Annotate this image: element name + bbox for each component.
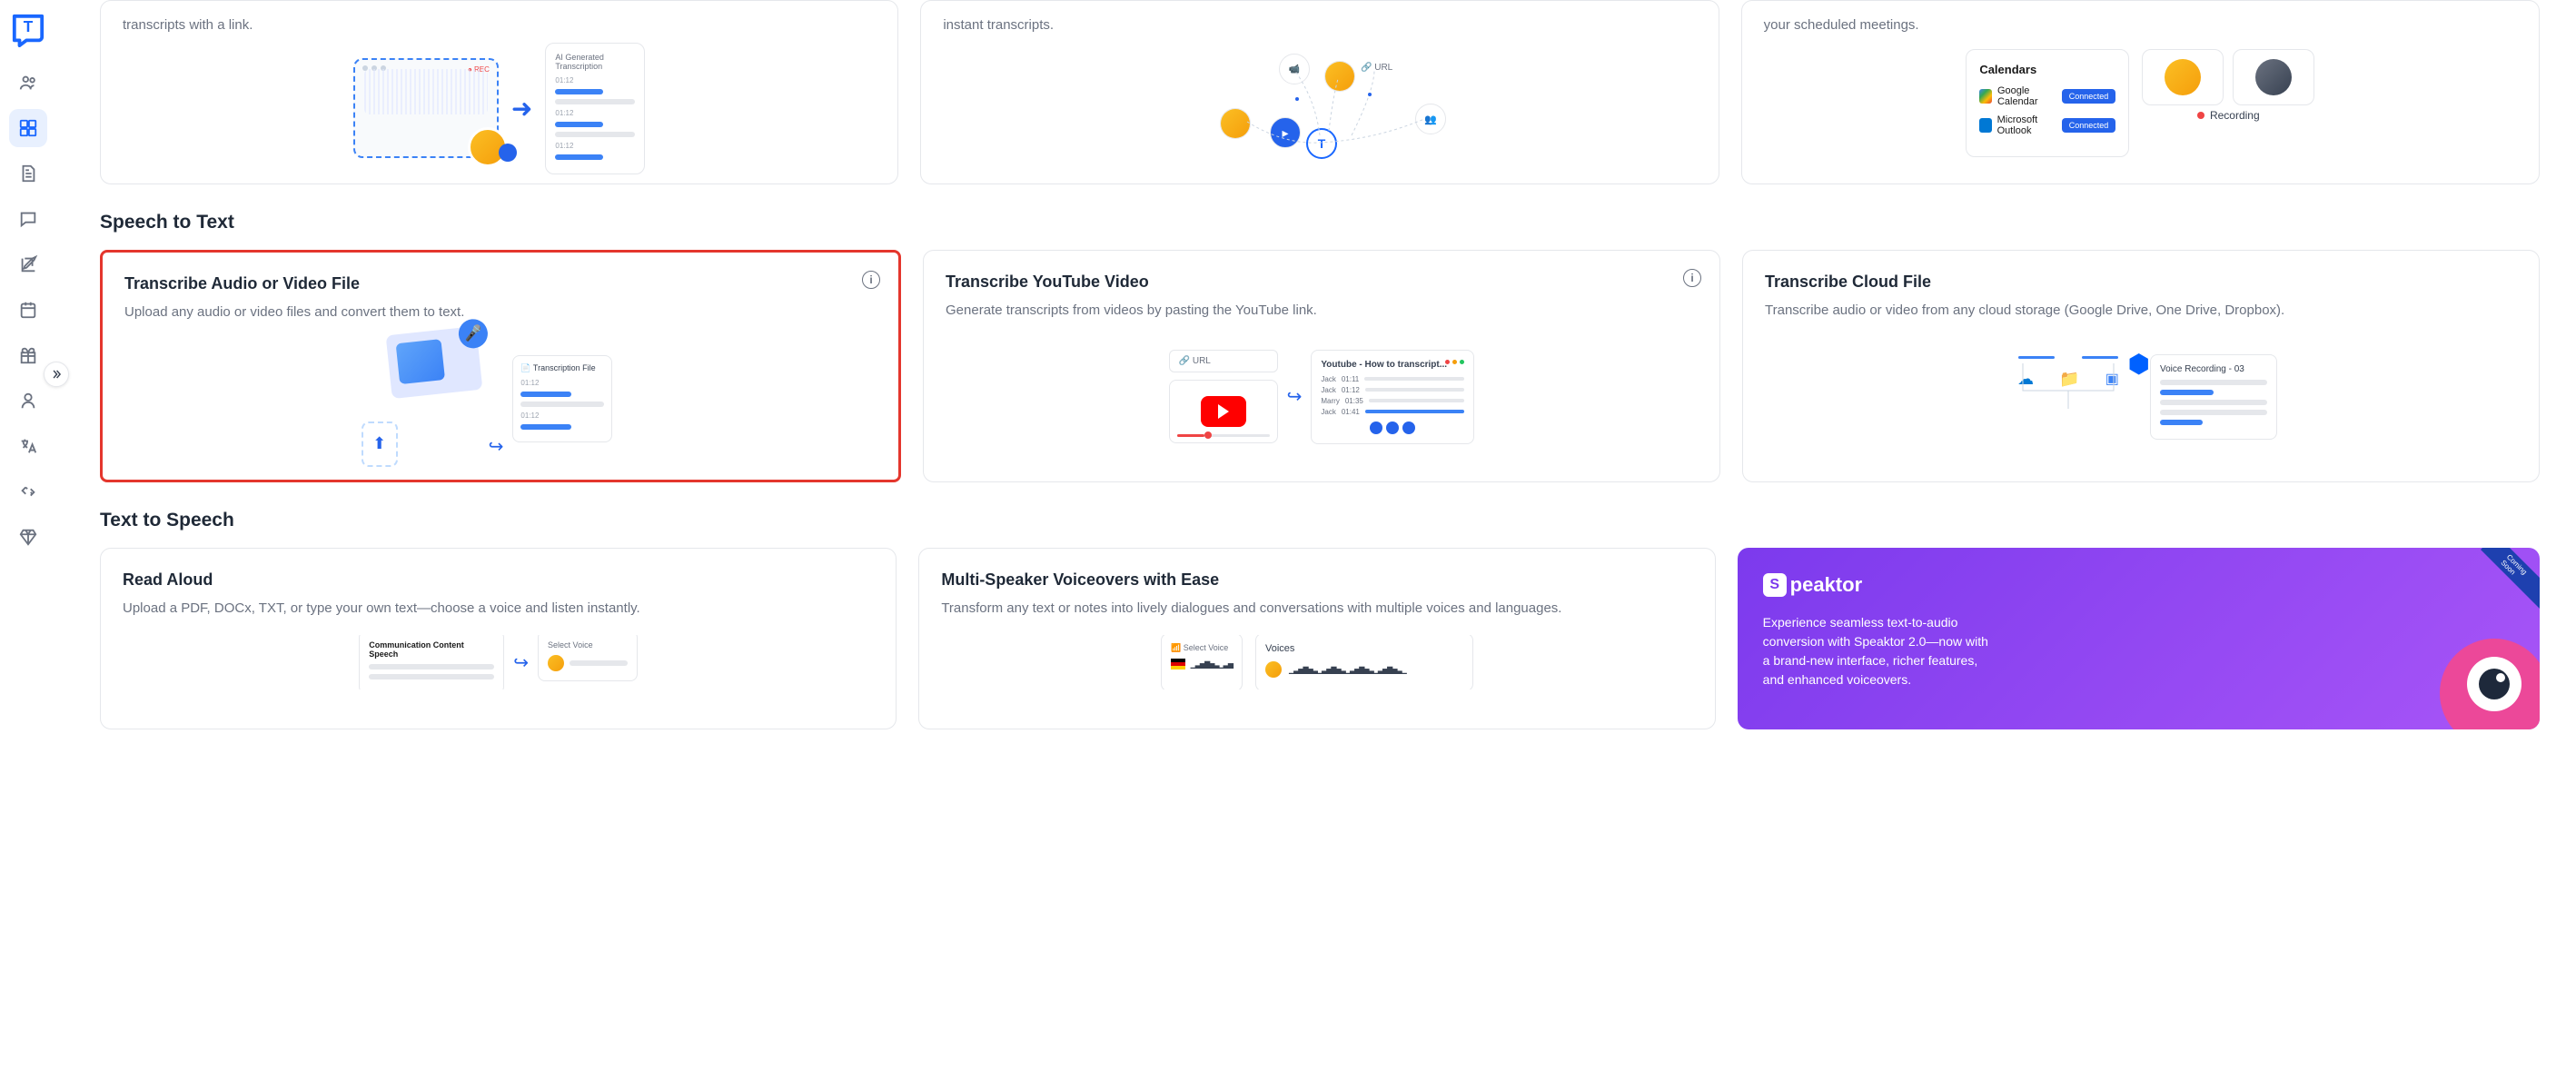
illustration-cloud: ⬢ ☁ 📁 ▣ Voice Recording - 03 [1765,338,2517,456]
dashboard-icon[interactable] [9,109,47,147]
outlook-icon [1979,118,1991,133]
section-speech-to-text: Speech to Text [100,212,2540,233]
transcription-title: AI Generated Transcription [555,53,635,71]
main-content: transcripts with a link. ● REC ➜ AI Gene… [56,0,2576,766]
expand-sidebar-button[interactable] [44,362,69,387]
recording-status: Recording [2197,109,2260,122]
card-transcribe-file[interactable]: i Transcribe Audio or Video File Upload … [100,250,901,482]
calendars-heading: Calendars [1979,63,2115,76]
card-title: Transcribe Audio or Video File [124,274,877,293]
connected-badge: Connected [2062,118,2116,133]
select-voice-label: 📶 Select Voice [1171,643,1233,653]
avatar [2165,59,2201,95]
card-desc: Generate transcripts from videos by past… [946,301,1698,322]
video-icon: ▸ [1270,117,1301,148]
card-speaktor-promo[interactable]: Coming Soon Speaktor Experience seamless… [1738,548,2540,729]
illustration-link-share: ● REC ➜ AI Generated Transcription 01:12… [123,49,876,167]
info-icon[interactable]: i [1683,269,1701,287]
card-desc: Upload a PDF, DOCx, TXT, or type your ow… [123,599,874,620]
card-transcribe-cloud[interactable]: Transcribe Cloud File Transcribe audio o… [1742,250,2540,482]
svg-text:T: T [24,18,34,35]
url-label: 🔗 URL [1169,350,1278,372]
card-multi-speaker[interactable]: Multi-Speaker Voiceovers with Ease Trans… [918,548,1715,729]
section-text-to-speech: Text to Speech [100,510,2540,531]
illustration-calendars: Calendars Google Calendar Connected Micr… [1764,49,2517,157]
illustration-read-aloud: Communication Content Speech ↪ Select Vo… [123,635,874,689]
card-desc-fragment: transcripts with a link. [123,17,876,33]
card-title: Transcribe YouTube Video [946,273,1698,292]
document-icon[interactable] [9,154,47,193]
card-transcribe-youtube[interactable]: i Transcribe YouTube Video Generate tran… [923,250,1720,482]
mascot-illustration [2422,620,2540,729]
card-desc: Upload any audio or video files and conv… [124,302,877,323]
arrow-icon: ↪ [513,651,529,674]
card-read-aloud[interactable]: Read Aloud Upload a PDF, DOCx, TXT, or t… [100,548,897,729]
google-calendar-icon [1979,89,1992,104]
upload-icon: ⬆ [362,421,398,467]
youtube-player [1169,380,1278,443]
card-share-transcripts[interactable]: transcripts with a link. ● REC ➜ AI Gene… [100,0,898,184]
card-instant-transcripts[interactable]: instant transcripts. ▸ T 📹 👥 🔗 URL [920,0,1719,184]
card-title: Multi-Speaker Voiceovers with Ease [941,570,1692,590]
promo-description: Experience seamless text-to-audio conver… [1763,613,1990,689]
sidebar: T [0,0,56,766]
plug-icon[interactable] [9,472,47,511]
profile-icon[interactable] [9,382,47,420]
card-desc-fragment: instant transcripts. [943,17,1696,33]
avatar [1265,661,1282,678]
chat-icon[interactable] [9,200,47,238]
avatar [548,655,564,671]
avatar [1220,108,1251,139]
youtube-transcript-title: Youtube - How to transcript... [1321,360,1464,370]
card-scheduled-meetings[interactable]: your scheduled meetings. Calendars Googl… [1741,0,2540,184]
teams-icon: 👥 [1415,104,1446,134]
speaktor-logo: Speaktor [1763,573,2514,597]
avatar [2255,59,2292,95]
diamond-icon[interactable] [9,518,47,556]
avatar [1324,61,1355,92]
voice-recording-label: Voice Recording - 03 [2160,364,2267,374]
card-title: Transcribe Cloud File [1765,273,2517,292]
card-title: Read Aloud [123,570,874,590]
illustration-upload-file: 🎤 ⬆ ↪ 📄 Transcription File 01:12 01:12 [124,340,877,458]
card-desc-fragment: your scheduled meetings. [1764,17,2517,33]
info-icon[interactable]: i [862,271,880,289]
app-logo-small: T [1306,128,1337,159]
waveform-icon: ▁▃▅▇▅▃▁▃▅▇▅▃▁▃▅▇▅▃▁▃▅▇▅▃▁ [1289,666,1406,674]
app-logo[interactable]: T [9,11,47,49]
play-icon [1201,396,1246,427]
people-icon[interactable] [9,64,47,102]
arrow-icon: ➜ [511,94,532,124]
content-speech-label: Communication Content Speech [369,640,494,659]
coming-soon-badge: Coming Soon [2476,548,2540,611]
card-desc: Transcribe audio or video from any cloud… [1765,301,2517,322]
illustration-network: ▸ T 📹 👥 🔗 URL [943,49,1696,167]
illustration-multi-speaker: 📶 Select Voice ▁▃▅▇▅▃▁▃▅ Voices ▁▃▅▇▅▃▁▃… [941,635,1692,689]
url-label: 🔗 URL [1361,63,1392,73]
google-meet-icon: 📹 [1279,54,1310,84]
translate-icon[interactable] [9,427,47,465]
calendar-icon[interactable] [9,291,47,329]
arrow-icon: ↪ [1287,385,1303,408]
google-calendar-label: Google Calendar [1997,85,2062,107]
edit-icon[interactable] [9,245,47,283]
select-voice-label: Select Voice [548,640,628,650]
card-desc: Transform any text or notes into lively … [941,599,1692,620]
illustration-youtube: 🔗 URL ↪ Youtube - How to transcript... J… [946,338,1698,456]
gift-icon[interactable] [9,336,47,374]
camera-icon [499,144,517,162]
flag-germany-icon [1171,659,1185,669]
voices-label: Voices [1265,643,1463,654]
connected-badge: Connected [2062,89,2116,104]
transcription-file-label: 📄 Transcription File [520,363,604,373]
waveform-icon: ▁▃▅▇▅▃▁▃▅ [1191,660,1233,669]
arrow-icon: ↪ [489,435,504,458]
outlook-label: Microsoft Outlook [1997,114,2062,136]
